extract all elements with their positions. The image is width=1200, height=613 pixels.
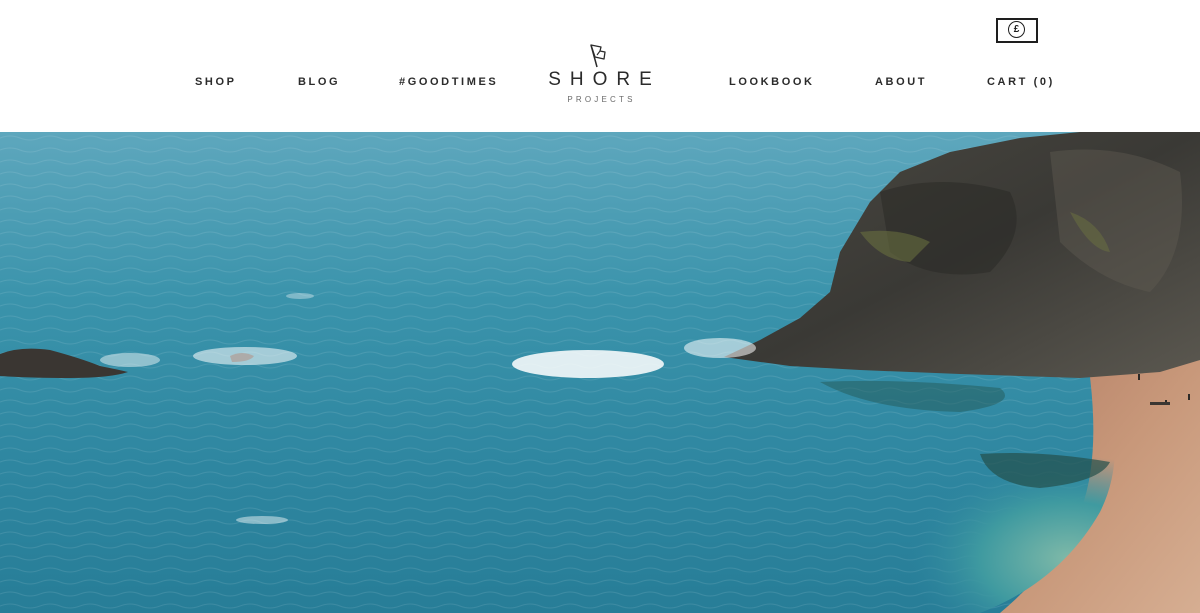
flag-icon: [590, 44, 606, 68]
hero-image: [0, 132, 1200, 613]
nav-shop-link[interactable]: SHOP: [195, 76, 237, 88]
logo-title: SHORE: [548, 69, 661, 90]
nav-blog-link[interactable]: BLOG: [298, 76, 340, 88]
logo-subtitle: PROJECTS: [567, 95, 636, 104]
nav-about-link[interactable]: ABOUT: [875, 76, 927, 88]
nav-lookbook-link[interactable]: LOOKBOOK: [729, 76, 815, 88]
site-header: SHOP BLOG #GOODTIMES SHORE PROJECTS LOOK…: [0, 0, 1200, 132]
nav-goodtimes-link[interactable]: #GOODTIMES: [399, 76, 498, 88]
currency-selector-button[interactable]: £: [996, 18, 1038, 43]
currency-pound-icon: £: [1008, 21, 1025, 38]
site-logo[interactable]: SHORE PROJECTS: [538, 40, 662, 110]
nav-cart-link[interactable]: CART (0): [987, 76, 1055, 88]
hero-photo: [0, 132, 1200, 613]
